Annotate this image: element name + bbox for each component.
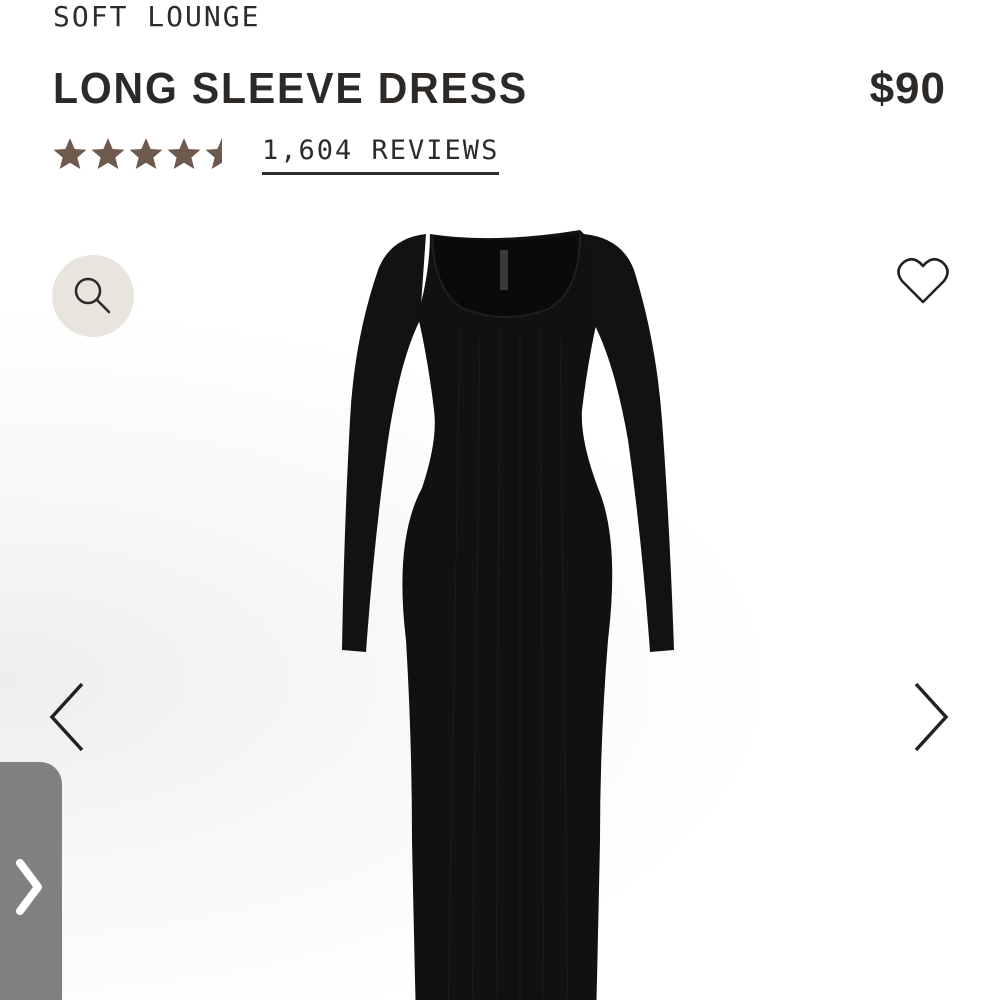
- star-rating: [52, 136, 240, 172]
- side-drawer-tab[interactable]: [0, 762, 62, 1000]
- star-icon: [53, 138, 87, 169]
- star-icon: [91, 138, 125, 169]
- star-icon: [205, 138, 239, 169]
- chevron-right-icon[interactable]: [906, 680, 954, 754]
- chevron-left-icon[interactable]: [44, 680, 92, 754]
- product-image: [342, 230, 674, 1000]
- zoom-button[interactable]: [52, 255, 134, 337]
- rating-row: 1,604 REVIEWS: [52, 134, 500, 175]
- heart-icon[interactable]: [896, 256, 950, 306]
- star-icon: [167, 138, 201, 169]
- search-icon: [74, 277, 111, 314]
- reviews-link[interactable]: 1,604 REVIEWS: [262, 134, 500, 175]
- product-image-gallery[interactable]: [0, 200, 1000, 1000]
- product-title: LONG SLEEVE DRESS: [53, 64, 529, 113]
- collection-label: SOFT LOUNGE: [53, 0, 261, 33]
- product-price: $90: [869, 64, 946, 113]
- chevron-right-icon: [16, 859, 42, 915]
- star-icon: [129, 138, 163, 169]
